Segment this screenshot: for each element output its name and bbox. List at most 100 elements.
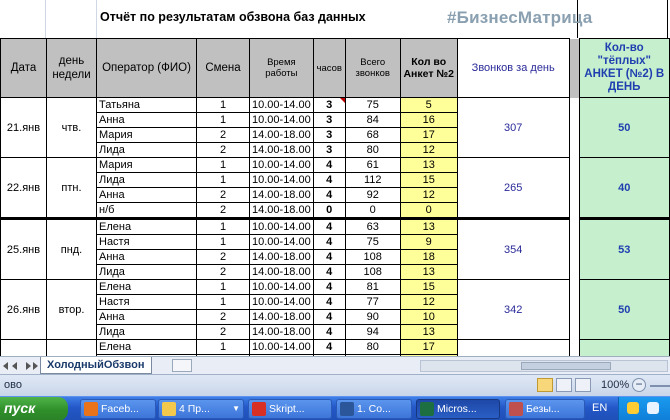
taskbar-item[interactable]: 4 Пр... ▼ [158, 399, 244, 419]
work-time-cell[interactable]: 10.00-14.00 [249, 157, 314, 173]
shift-cell[interactable]: 1 [196, 234, 250, 250]
hours-cell[interactable]: 4 [312, 309, 346, 325]
operator-cell[interactable]: Мария [96, 157, 197, 173]
calls-cell[interactable]: 81 [344, 279, 401, 295]
work-time-cell[interactable]: 10.00-14.00 [249, 279, 314, 295]
operator-cell[interactable]: Лида [96, 324, 197, 340]
hours-cell[interactable]: 4 [312, 324, 346, 340]
taskbar-item[interactable]: Faceb... [80, 399, 156, 419]
page-break-view-icon[interactable] [575, 378, 591, 392]
shift-cell[interactable]: 1 [196, 172, 250, 188]
shift-cell[interactable]: 1 [196, 294, 250, 310]
weekday-cell[interactable]: чтв. [46, 97, 97, 158]
hours-cell[interactable]: 4 [312, 172, 346, 188]
operator-cell[interactable]: Лида [96, 172, 197, 188]
work-time-cell[interactable]: 10.00-14.00 [249, 172, 314, 188]
hours-cell[interactable]: 4 [312, 339, 346, 355]
forms-cell[interactable]: 13 [399, 264, 458, 280]
date-cell[interactable] [0, 339, 47, 356]
header-warm-forms[interactable]: Кол-во "тёплых" АНКЕТ (№2) В ДЕНЬ [578, 38, 670, 98]
calls-cell[interactable]: 0 [344, 202, 401, 219]
tray-icon[interactable] [647, 402, 659, 414]
work-time-cell[interactable]: 10.00-14.00 [249, 217, 314, 235]
shift-cell[interactable]: 2 [196, 324, 250, 340]
calls-cell[interactable]: 90 [344, 309, 401, 325]
operator-cell[interactable]: Анна [96, 309, 197, 325]
hours-cell[interactable]: 4 [312, 249, 346, 265]
normal-view-icon[interactable] [537, 378, 553, 392]
warm-forms-cell[interactable]: 50 [578, 279, 670, 340]
operator-cell[interactable]: Анна [96, 249, 197, 265]
work-time-cell[interactable]: 10.00-14.00 [249, 97, 314, 113]
hours-cell[interactable]: 3 [312, 142, 346, 158]
calls-cell[interactable]: 75 [344, 234, 401, 250]
taskbar-item[interactable]: Безы... [505, 399, 585, 419]
operator-cell[interactable]: н/б [96, 202, 197, 219]
header-forms[interactable]: Кол во Анкет №2 [399, 38, 458, 98]
calls-cell[interactable]: 94 [344, 324, 401, 340]
header-hours[interactable]: часов [312, 38, 346, 98]
forms-cell[interactable]: 17 [399, 339, 458, 355]
warm-forms-cell[interactable]: 40 [578, 157, 670, 219]
forms-cell[interactable]: 16 [399, 112, 458, 128]
calls-cell[interactable]: 68 [344, 127, 401, 143]
sheet-nav-arrows-icon[interactable] [0, 359, 38, 373]
operator-cell[interactable]: Анна [96, 187, 197, 203]
weekday-cell[interactable]: пнд. [46, 217, 97, 280]
date-cell[interactable]: 25.янв [0, 217, 47, 280]
forms-cell[interactable]: 15 [399, 172, 458, 188]
header-operator[interactable]: Оператор (ФИО) [96, 38, 197, 98]
work-time-cell[interactable]: 10.00-14.00 [249, 339, 314, 355]
taskbar-item[interactable]: Micros... [416, 399, 500, 419]
calls-cell[interactable]: 80 [344, 339, 401, 355]
tray-icon[interactable] [627, 402, 639, 414]
operator-cell[interactable]: Анна [96, 112, 197, 128]
header-shift[interactable]: Смена [196, 38, 250, 98]
insert-sheet-icon[interactable] [172, 359, 192, 372]
work-time-cell[interactable]: 14.00-18.00 [249, 187, 314, 203]
hours-cell[interactable]: 0 [312, 202, 346, 219]
forms-cell[interactable]: 5 [399, 97, 458, 113]
work-time-cell[interactable]: 14.00-18.00 [249, 142, 314, 158]
calls-per-day-cell[interactable]: 307 [456, 97, 570, 158]
hours-cell[interactable]: 4 [312, 217, 346, 235]
forms-cell[interactable]: 13 [399, 217, 458, 235]
warm-forms-cell[interactable]: 50 [578, 97, 670, 158]
header-date[interactable]: Дата [0, 38, 47, 98]
date-cell[interactable]: 21.янв [0, 97, 47, 158]
forms-cell[interactable]: 12 [399, 187, 458, 203]
operator-cell[interactable]: Татьяна [96, 97, 197, 113]
work-time-cell[interactable]: 14.00-18.00 [249, 202, 314, 219]
scrollbar-thumb[interactable] [521, 362, 611, 370]
report-title[interactable]: Отчёт по результатам обзвона баз данных [100, 10, 366, 24]
header-total-calls[interactable]: Всего звонков [344, 38, 401, 98]
shift-cell[interactable]: 2 [196, 202, 250, 219]
hours-cell[interactable]: 3 [312, 112, 346, 128]
work-time-cell[interactable]: 10.00-14.00 [249, 294, 314, 310]
shift-cell[interactable]: 2 [196, 142, 250, 158]
header-calls-per-day[interactable]: Звонков за день [456, 38, 570, 98]
taskbar-item[interactable]: Skript... [248, 399, 332, 419]
shift-cell[interactable]: 2 [196, 309, 250, 325]
horizontal-scrollbar[interactable] [420, 360, 668, 372]
warm-forms-cell[interactable]: 53 [578, 217, 670, 280]
hours-cell[interactable]: 4 [312, 157, 346, 173]
header-weekday[interactable]: день недели [46, 38, 97, 98]
operator-cell[interactable]: Мария [96, 127, 197, 143]
shift-cell[interactable]: 1 [196, 217, 250, 235]
operator-cell[interactable]: Лида [96, 142, 197, 158]
zoom-level[interactable]: 100% [601, 379, 629, 391]
forms-cell[interactable]: 18 [399, 249, 458, 265]
forms-cell[interactable]: 13 [399, 157, 458, 173]
shift-cell[interactable]: 2 [196, 187, 250, 203]
work-time-cell[interactable]: 10.00-14.00 [249, 112, 314, 128]
operator-cell[interactable]: Настя [96, 294, 197, 310]
sheet-tab-active[interactable]: ХолодныйОбзвон [40, 357, 152, 374]
operator-cell[interactable]: Елена [96, 279, 197, 295]
calls-cell[interactable]: 77 [344, 294, 401, 310]
work-time-cell[interactable]: 14.00-18.00 [249, 127, 314, 143]
forms-cell[interactable]: 9 [399, 234, 458, 250]
calls-cell[interactable]: 108 [344, 264, 401, 280]
calls-per-day-cell[interactable]: 265 [456, 157, 570, 219]
chevron-down-icon[interactable]: ▼ [232, 400, 240, 418]
